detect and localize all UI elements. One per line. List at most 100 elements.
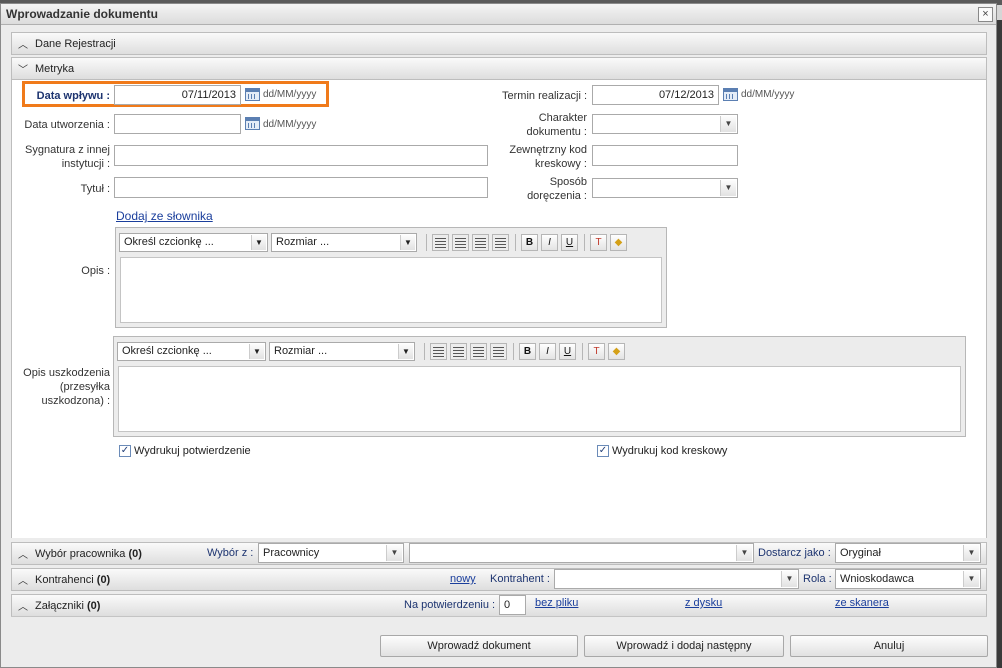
potwierdzenie-label: Wydrukuj potwierdzenie	[134, 445, 251, 457]
italic-button[interactable]: I	[539, 343, 556, 360]
panel-metryka[interactable]: ﹀ Metryka	[11, 57, 987, 80]
toolbar-separator	[513, 343, 514, 360]
tytul-label: Tytuł :	[80, 183, 110, 195]
potwierdzenie-checkbox[interactable]: ✓	[119, 445, 131, 457]
underline-button[interactable]: U	[561, 234, 578, 251]
panel-dane-rejestracji[interactable]: ︿ Dane Rejestracji	[11, 32, 987, 55]
pracownik-select[interactable]: ▼	[409, 543, 754, 563]
kod-label-2: kreskowy :	[535, 158, 587, 170]
anuluj-button[interactable]: Anuluj	[790, 635, 988, 657]
dostarcz-select[interactable]: Oryginał ▼	[835, 543, 981, 563]
wybor-z-select[interactable]: Pracownicy ▼	[258, 543, 404, 563]
calendar-icon[interactable]	[245, 117, 260, 130]
opis-textarea[interactable]	[120, 257, 662, 323]
font-select[interactable]: Określ czcionkę ... ▼	[119, 233, 268, 252]
panel-count: (0)	[128, 548, 142, 560]
align-right-icon[interactable]	[472, 234, 489, 251]
data-utworzenia-input[interactable]	[114, 114, 241, 134]
wprowadz-dokument-button[interactable]: Wprowadź dokument	[380, 635, 578, 657]
toolbar-separator	[424, 343, 425, 360]
charakter-label-1: Charakter	[538, 112, 587, 124]
calendar-icon[interactable]	[723, 88, 738, 101]
kontrahent-select[interactable]: ▼	[554, 569, 799, 589]
sposob-label-2: doręczenia :	[527, 190, 587, 202]
size-select[interactable]: Rozmiar ... ▼	[269, 342, 415, 361]
na-potwierdzeniu-input[interactable]: 0	[499, 595, 526, 615]
bez-pliku-link[interactable]: bez pliku	[535, 597, 578, 609]
font-select-value: Określ czcionkę ...	[124, 236, 214, 248]
calendar-icon[interactable]	[245, 88, 260, 101]
kod-kreskowy-checkbox[interactable]: ✓	[597, 445, 609, 457]
align-right-icon[interactable]	[470, 343, 487, 360]
nowy-kontrahent-link[interactable]: nowy	[450, 573, 476, 585]
chevron-up-icon: ︿	[18, 550, 28, 561]
wprowadz-i-dodaj-nastepny-button[interactable]: Wprowadź i dodaj następny	[584, 635, 784, 657]
rola-select[interactable]: Wnioskodawca ▼	[835, 569, 981, 589]
text-color-icon[interactable]: T	[588, 343, 605, 360]
date-format-hint: dd/MM/yyyy	[741, 89, 795, 100]
font-select[interactable]: Określ czcionkę ... ▼	[117, 342, 266, 361]
chevron-up-icon: ︿	[18, 40, 28, 51]
chevron-down-icon: ﹀	[18, 65, 28, 76]
toolbar-separator	[515, 234, 516, 251]
sygnatura-label-1: Sygnatura z innej	[25, 144, 110, 156]
kod-input[interactable]	[592, 145, 738, 166]
size-select[interactable]: Rozmiar ... ▼	[271, 233, 417, 252]
ze-skanera-link[interactable]: ze skanera	[835, 597, 889, 609]
kontrahent-label: Kontrahent :	[490, 573, 550, 585]
chevron-down-icon: ▼	[963, 571, 979, 587]
dostarcz-value: Oryginał	[840, 547, 881, 559]
align-center-icon[interactable]	[450, 343, 467, 360]
opis-uszk-label-1: Opis uszkodzenia	[23, 367, 110, 379]
panel-title: Metryka	[35, 63, 75, 75]
background-color-icon[interactable]: ◆	[610, 234, 627, 251]
bold-button[interactable]: B	[519, 343, 536, 360]
toolbar-separator	[584, 234, 585, 251]
chevron-down-icon: ▼	[249, 344, 264, 359]
opis-editor: Określ czcionkę ... ▼ Rozmiar ... ▼ B I U …	[115, 227, 667, 328]
sygnatura-input[interactable]	[114, 145, 488, 166]
tytul-input[interactable]	[114, 177, 488, 198]
data-wplywu-label: Data wpływu :	[36, 90, 110, 102]
charakter-label-2: dokumentu :	[526, 126, 587, 138]
sposob-label-1: Sposób	[549, 176, 587, 188]
bold-button[interactable]: B	[521, 234, 538, 251]
align-left-icon[interactable]	[432, 234, 449, 251]
panel-title-text: Załączniki	[35, 600, 84, 612]
underline-button[interactable]: U	[559, 343, 576, 360]
wybor-z-label: Wybór z :	[207, 547, 254, 559]
chevron-up-icon: ︿	[18, 576, 28, 587]
footer-divider	[11, 616, 987, 617]
align-left-icon[interactable]	[430, 343, 447, 360]
panel-title: Wybór pracownika (0)	[35, 548, 142, 560]
align-justify-icon[interactable]	[492, 234, 509, 251]
align-center-icon[interactable]	[452, 234, 469, 251]
background-color-icon[interactable]: ◆	[608, 343, 625, 360]
chevron-down-icon: ▼	[400, 235, 415, 250]
sposob-select[interactable]: ▼	[592, 178, 738, 198]
opis-label: Opis :	[81, 265, 110, 277]
kod-kreskowy-label: Wydrukuj kod kreskowy	[612, 445, 728, 457]
text-color-icon[interactable]: T	[590, 234, 607, 251]
chevron-down-icon: ▼	[781, 571, 797, 587]
data-wplywu-input[interactable]: 07/11/2013	[114, 85, 241, 105]
dialog-titlebar: Wprowadzanie dokumentu ×	[1, 4, 996, 25]
dodaj-ze-slownika-link[interactable]: Dodaj ze słownika	[116, 209, 213, 223]
termin-input[interactable]: 07/12/2013	[592, 85, 719, 105]
charakter-select[interactable]: ▼	[592, 114, 738, 134]
opis-uszkodzenia-textarea[interactable]	[118, 366, 961, 432]
opis-uszk-label-2: (przesyłka	[59, 381, 110, 393]
chevron-down-icon: ▼	[720, 116, 736, 132]
opis-uszkodzenia-editor: Określ czcionkę ... ▼ Rozmiar ... ▼ B I U …	[113, 336, 966, 437]
italic-button[interactable]: I	[541, 234, 558, 251]
rola-value: Wnioskodawca	[840, 573, 914, 585]
opis-uszk-label-3: uszkodzona) :	[41, 395, 110, 407]
sygnatura-label-2: instytucji :	[61, 158, 110, 170]
date-format-hint: dd/MM/yyyy	[263, 89, 317, 100]
align-justify-icon[interactable]	[490, 343, 507, 360]
close-button[interactable]: ×	[978, 7, 993, 22]
z-dysku-link[interactable]: z dysku	[685, 597, 722, 609]
dostarcz-label: Dostarcz jako :	[758, 547, 831, 559]
panel-count: (0)	[96, 574, 111, 586]
panel-title-text: Kontrahenci	[35, 574, 94, 586]
